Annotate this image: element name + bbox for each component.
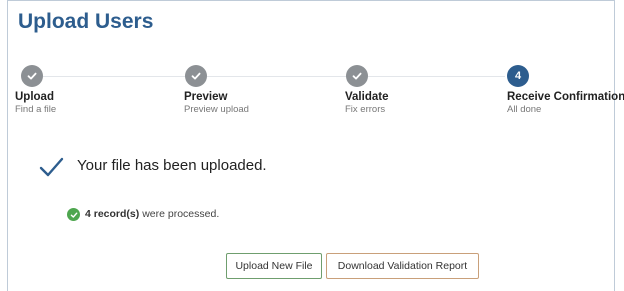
step-sublabel: Fix errors: [345, 104, 386, 115]
step-upload: Upload Find a file: [15, 91, 56, 116]
stepper-connector: [368, 76, 505, 77]
step-label: Validate: [345, 91, 389, 103]
stepper-connector: [43, 76, 187, 77]
records-suffix: were processed.: [139, 208, 220, 220]
records-processed-text: 4 record(s) were processed.: [85, 208, 219, 220]
step-preview-check-icon: [185, 65, 207, 87]
download-validation-report-button[interactable]: Download Validation Report: [326, 253, 479, 279]
stepper-connector: [207, 76, 348, 77]
step-validate-check-icon: [346, 65, 368, 87]
check-circle-icon: [67, 208, 80, 221]
step-label: Receive Confirmation: [507, 91, 624, 103]
step-validate: Validate Fix errors: [345, 91, 388, 116]
checkmark-icon: [39, 157, 64, 177]
page-title: Upload Users: [18, 10, 154, 33]
step-label: Upload: [15, 91, 54, 103]
step-label: Preview: [184, 91, 228, 103]
step-receive-confirmation: Receive Confirmation All done: [507, 91, 624, 116]
step-sublabel: Find a file: [15, 104, 57, 115]
step-sublabel: Preview upload: [184, 104, 249, 115]
success-message: Your file has been uploaded.: [77, 157, 267, 174]
step-number-badge: 4: [507, 65, 529, 87]
step-sublabel: All done: [507, 104, 542, 115]
upload-new-file-button[interactable]: Upload New File: [226, 253, 322, 279]
upload-users-panel: Upload Users Upload Find a file Preview …: [7, 0, 624, 291]
step-upload-check-icon: [21, 65, 43, 87]
step-preview: Preview Preview upload: [184, 91, 249, 116]
record-count: 4 record(s): [85, 208, 140, 220]
